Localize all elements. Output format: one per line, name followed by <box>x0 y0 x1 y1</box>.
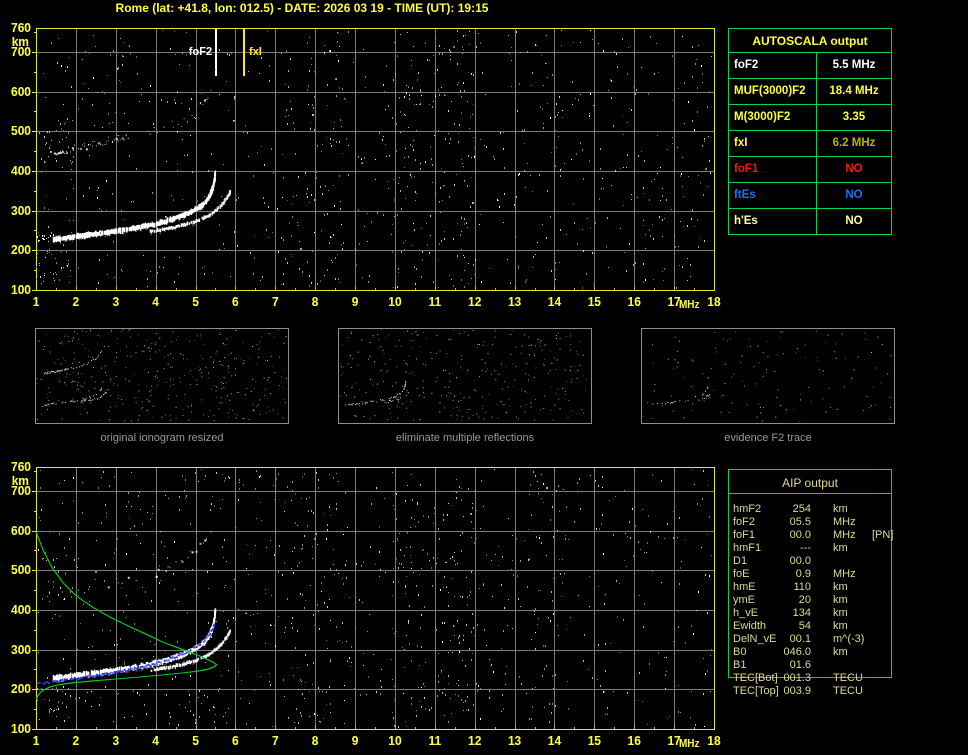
parameter-value: 5.5 MHz <box>832 59 876 71</box>
aip-table-header: AIP output <box>729 470 891 494</box>
parameter-label: foF2 <box>729 53 817 78</box>
table-row: ftEs NO <box>729 182 891 208</box>
aip-value: 003.9 <box>783 685 811 697</box>
aip-label: D1 <box>733 555 748 567</box>
aip-value: 001.3 <box>783 672 811 684</box>
table-row: ymE 20 km <box>728 594 968 607</box>
aip-unit: TECU <box>833 685 863 697</box>
table-row: TEC[Top] 003.9 TECU <box>728 685 968 698</box>
thumbnail-original-ionogram <box>35 328 289 424</box>
table-row: hmE 110 km <box>728 581 968 594</box>
table-row: foF2 5.5 MHz <box>729 53 891 78</box>
parameter-value: NO <box>845 189 863 201</box>
aip-value: 01.6 <box>789 659 811 671</box>
aip-label: foE <box>733 568 750 580</box>
table-row: TEC[Bot] 001.3 TECU <box>728 672 968 685</box>
aip-unit: MHz <box>833 568 856 580</box>
table-row: hmF1 --- km <box>728 542 968 555</box>
aip-unit: km <box>833 594 848 606</box>
table-row: h_vE 134 km <box>728 607 968 620</box>
aip-unit: km <box>833 646 848 658</box>
aip-label: h_vE <box>733 607 759 619</box>
parameter-value: NO <box>845 163 863 175</box>
aip-label: TEC[Bot] <box>733 672 778 684</box>
thumbnail-caption: original ionogram resized <box>100 432 224 444</box>
aip-value: 00.1 <box>789 633 811 645</box>
aip-label: hmF1 <box>733 542 762 554</box>
table-row: B0 046.0 km <box>728 646 968 659</box>
parameter-value: 6.2 MHz <box>832 137 876 149</box>
aip-label: hmE <box>733 581 756 593</box>
page-title: Rome (lat: +41.8, lon: 012.5) - DATE: 20… <box>115 1 489 15</box>
thumbnail-evidence-f2-trace <box>641 328 895 424</box>
table-row: MUF(3000)F2 18.4 MHz <box>729 78 891 104</box>
table-row: D1 00.0 <box>728 555 968 568</box>
parameter-label: ftEs <box>729 183 817 208</box>
aip-unit: TECU <box>833 672 863 684</box>
aip-value: 046.0 <box>783 646 811 658</box>
aip-value: --- <box>800 542 811 554</box>
table-row: foF2 05.5 MHz <box>728 516 968 529</box>
parameter-value: 18.4 MHz <box>829 85 879 97</box>
table-row: B1 01.6 <box>728 659 968 672</box>
parameter-value: NO <box>845 215 863 227</box>
table-row: M(3000)F2 3.35 <box>729 104 891 130</box>
thumbnail-eliminate-reflections <box>338 328 592 424</box>
autoscala-table-header: AUTOSCALA output <box>729 29 891 53</box>
aip-label: foF1 <box>733 529 756 541</box>
aip-value: 54 <box>798 620 811 632</box>
parameter-value: 3.35 <box>842 111 866 123</box>
aip-label: foF2 <box>733 516 756 528</box>
bottom-ionogram-plot <box>0 455 725 755</box>
aip-unit: km <box>833 581 848 593</box>
table-row: DelN_vE 00.1 m^(-3) <box>728 633 968 646</box>
aip-value: 20 <box>798 594 811 606</box>
aip-label: DelN_vE <box>733 633 777 645</box>
parameter-label: fxI <box>729 131 817 156</box>
parameter-label: M(3000)F2 <box>729 105 817 130</box>
aip-unit: km <box>833 503 848 515</box>
top-ionogram-plot <box>0 18 725 320</box>
aip-value: 05.5 <box>789 516 811 528</box>
aip-label: B0 <box>733 646 747 658</box>
aip-unit: MHz <box>833 516 856 528</box>
aip-unit: MHz <box>833 529 856 541</box>
aip-table-rows: hmF2 254 km foF2 05.5 MHz foF1 00.0 MHz [PN] hmF1 -… <box>728 503 968 698</box>
table-row: hmF2 254 km <box>728 503 968 516</box>
aip-unit: m^(-3) <box>833 633 865 645</box>
aip-label: TEC[Top] <box>733 685 779 697</box>
aip-label: Ewidth <box>733 620 767 632</box>
table-row: Ewidth 54 km <box>728 620 968 633</box>
parameter-label: foF1 <box>729 157 817 182</box>
parameter-label: h'Es <box>729 209 817 234</box>
table-row: h'Es NO <box>729 208 891 234</box>
thumbnail-caption: eliminate multiple reflections <box>395 432 535 444</box>
table-row: foF1 00.0 MHz [PN] <box>728 529 968 542</box>
thumbnail-caption: evidence F2 trace <box>724 432 812 444</box>
autoscala-table-rows: foF2 5.5 MHz MUF(3000)F2 18.4 MHz M(3000)F2 3… <box>729 53 891 234</box>
aip-value: 0.9 <box>795 568 811 580</box>
aip-label: hmF2 <box>733 503 762 515</box>
table-row: foF1 NO <box>729 156 891 182</box>
aip-extra: [PN] <box>872 529 894 541</box>
aip-label: B1 <box>733 659 747 671</box>
aip-value: 134 <box>792 607 811 619</box>
aip-label: ymE <box>733 594 755 606</box>
aip-value: 00.0 <box>789 555 811 567</box>
aip-value: 110 <box>793 581 811 593</box>
aip-value: 00.0 <box>789 529 811 541</box>
table-row: fxI 6.2 MHz <box>729 130 891 156</box>
aip-unit: km <box>833 607 848 619</box>
table-row: foE 0.9 MHz <box>728 568 968 581</box>
parameter-label: MUF(3000)F2 <box>729 79 817 104</box>
autoscala-app: Rome (lat: +41.8, lon: 012.5) - DATE: 20… <box>0 0 968 755</box>
aip-unit: km <box>833 542 848 554</box>
aip-value: 254 <box>792 503 811 515</box>
aip-unit: km <box>833 620 848 632</box>
autoscala-output-table: AUTOSCALA output foF2 5.5 MHz MUF(3000)F2 1… <box>728 28 892 235</box>
